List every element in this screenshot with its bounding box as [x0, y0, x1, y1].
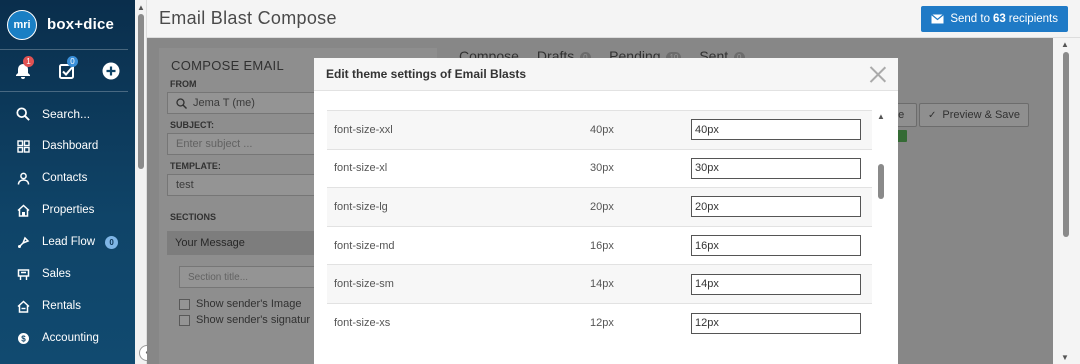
- contacts-person-icon: [16, 171, 30, 185]
- sidebar: mri box+dice 1 0 Search... Dashboard Con…: [0, 0, 135, 364]
- setting-key: font-size-xxl: [334, 123, 393, 136]
- dashboard-icon: [16, 139, 30, 153]
- tasks-checklist-icon[interactable]: 0: [58, 55, 78, 80]
- modal-header: Edit theme settings of Email Blasts: [314, 58, 898, 91]
- setting-value-cell: [691, 303, 872, 342]
- lead-flow-badge: 0: [105, 235, 119, 249]
- add-circle-icon[interactable]: [102, 62, 120, 80]
- sidebar-item-dashboard[interactable]: Dashboard: [0, 130, 135, 162]
- setting-key: font-size-sm: [334, 278, 394, 291]
- sidebar-item-label: Sales: [42, 268, 71, 280]
- svg-text:$: $: [21, 334, 26, 343]
- send-to-recipients-button[interactable]: Send to 63 recipients: [921, 5, 1068, 32]
- setting-value-input[interactable]: [691, 196, 861, 218]
- setting-value-input[interactable]: [691, 157, 861, 179]
- setting-value-cell: [691, 265, 872, 304]
- scroll-up-arrow-icon[interactable]: ▲: [877, 112, 885, 121]
- setting-key: font-size-xs: [334, 317, 391, 330]
- setting-default: 12px: [590, 317, 614, 330]
- scroll-down-arrow-icon[interactable]: ▼: [1061, 353, 1069, 362]
- rentals-house-icon: [16, 299, 30, 313]
- table-row: font-size-xs 12px: [327, 303, 872, 342]
- sidebar-item-properties[interactable]: Properties: [0, 194, 135, 226]
- sidebar-item-lead-flow[interactable]: Lead Flow 0: [0, 226, 135, 258]
- sidebar-item-label: Lead Flow: [42, 236, 96, 248]
- table-row: font-size-xxl 40px: [327, 110, 872, 150]
- notifications-bell-icon[interactable]: 1: [14, 55, 34, 80]
- setting-default: 30px: [590, 162, 614, 175]
- setting-key: font-size-md: [334, 239, 395, 252]
- send-prefix: Send to: [950, 12, 990, 25]
- setting-default: 20px: [590, 200, 614, 213]
- envelope-icon: [931, 13, 945, 23]
- page-title: Email Blast Compose: [159, 8, 337, 28]
- setting-value-cell: [691, 226, 872, 265]
- sidebar-scrollbar[interactable]: ▲: [135, 0, 147, 364]
- sidebar-item-label: Properties: [42, 204, 95, 216]
- brand[interactable]: mri box+dice: [0, 0, 128, 50]
- sidebar-item-accounting[interactable]: $ Accounting: [0, 322, 135, 354]
- setting-value-input[interactable]: [691, 119, 861, 141]
- sidebar-item-label: Search...: [42, 107, 91, 121]
- sidebar-item-label: Accounting: [42, 332, 99, 344]
- modal-title: Edit theme settings of Email Blasts: [326, 67, 527, 81]
- setting-default: 14px: [590, 278, 614, 291]
- main-area: Email Blast Compose Send to 63 recipient…: [147, 0, 1080, 364]
- quick-actions: 1 0: [0, 50, 128, 92]
- scroll-up-arrow-icon[interactable]: ▲: [137, 3, 145, 12]
- setting-default: 40px: [590, 123, 614, 136]
- table-row: font-size-md 16px: [327, 226, 872, 265]
- sidebar-item-sales[interactable]: Sales: [0, 258, 135, 290]
- scrollbar-thumb[interactable]: [138, 14, 144, 169]
- table-row: font-size-lg 20px: [327, 187, 872, 227]
- setting-value-input[interactable]: [691, 235, 861, 257]
- sidebar-item-label: Dashboard: [42, 140, 99, 152]
- sidebar-item-search[interactable]: Search...: [0, 98, 135, 130]
- send-count: 63: [992, 12, 1006, 25]
- setting-value-cell: [691, 111, 872, 150]
- modal-body: font-size-xxl40pxfont-size-xl30pxfont-si…: [327, 110, 889, 364]
- theme-settings-modal: Edit theme settings of Email Blasts font…: [314, 58, 898, 364]
- setting-value-input[interactable]: [691, 312, 861, 334]
- modal-scrollbar[interactable]: ▲: [873, 110, 889, 364]
- sidebar-item-rentals[interactable]: Rentals: [0, 290, 135, 322]
- mri-logo: mri: [7, 9, 37, 40]
- properties-house-icon: [16, 203, 30, 217]
- table-row: font-size-xl 30px: [327, 149, 872, 188]
- send-suffix: recipients: [1008, 12, 1058, 25]
- setting-value-input[interactable]: [691, 273, 861, 295]
- setting-key: font-size-lg: [334, 200, 388, 213]
- theme-settings-table: font-size-xxl40pxfont-size-xl30pxfont-si…: [327, 110, 872, 342]
- close-icon[interactable]: [870, 66, 886, 82]
- sidebar-nav: Search... Dashboard Contacts Properties …: [0, 98, 135, 354]
- scrollbar-thumb[interactable]: [878, 164, 884, 199]
- scrollbar-thumb[interactable]: [1063, 52, 1069, 237]
- topbar: Email Blast Compose Send to 63 recipient…: [147, 0, 1080, 38]
- tasks-badge: 0: [67, 55, 78, 67]
- sales-sign-icon: [16, 267, 30, 281]
- setting-default: 16px: [590, 239, 614, 252]
- setting-value-cell: [691, 149, 872, 188]
- brand-name: box+dice: [47, 16, 115, 33]
- lead-flow-icon: [16, 235, 30, 249]
- table-row: font-size-sm 14px: [327, 264, 872, 304]
- sidebar-item-contacts[interactable]: Contacts: [0, 162, 135, 194]
- sidebar-item-label: Contacts: [42, 172, 88, 184]
- notifications-badge: 1: [23, 55, 34, 67]
- accounting-coin-icon: $: [16, 331, 30, 345]
- main-scrollbar[interactable]: ▲ ▼: [1053, 38, 1080, 364]
- search-icon: [16, 107, 30, 121]
- sidebar-item-label: Rentals: [42, 300, 81, 312]
- scroll-up-arrow-icon[interactable]: ▲: [1061, 40, 1069, 49]
- setting-key: font-size-xl: [334, 162, 388, 175]
- setting-value-cell: [691, 188, 872, 227]
